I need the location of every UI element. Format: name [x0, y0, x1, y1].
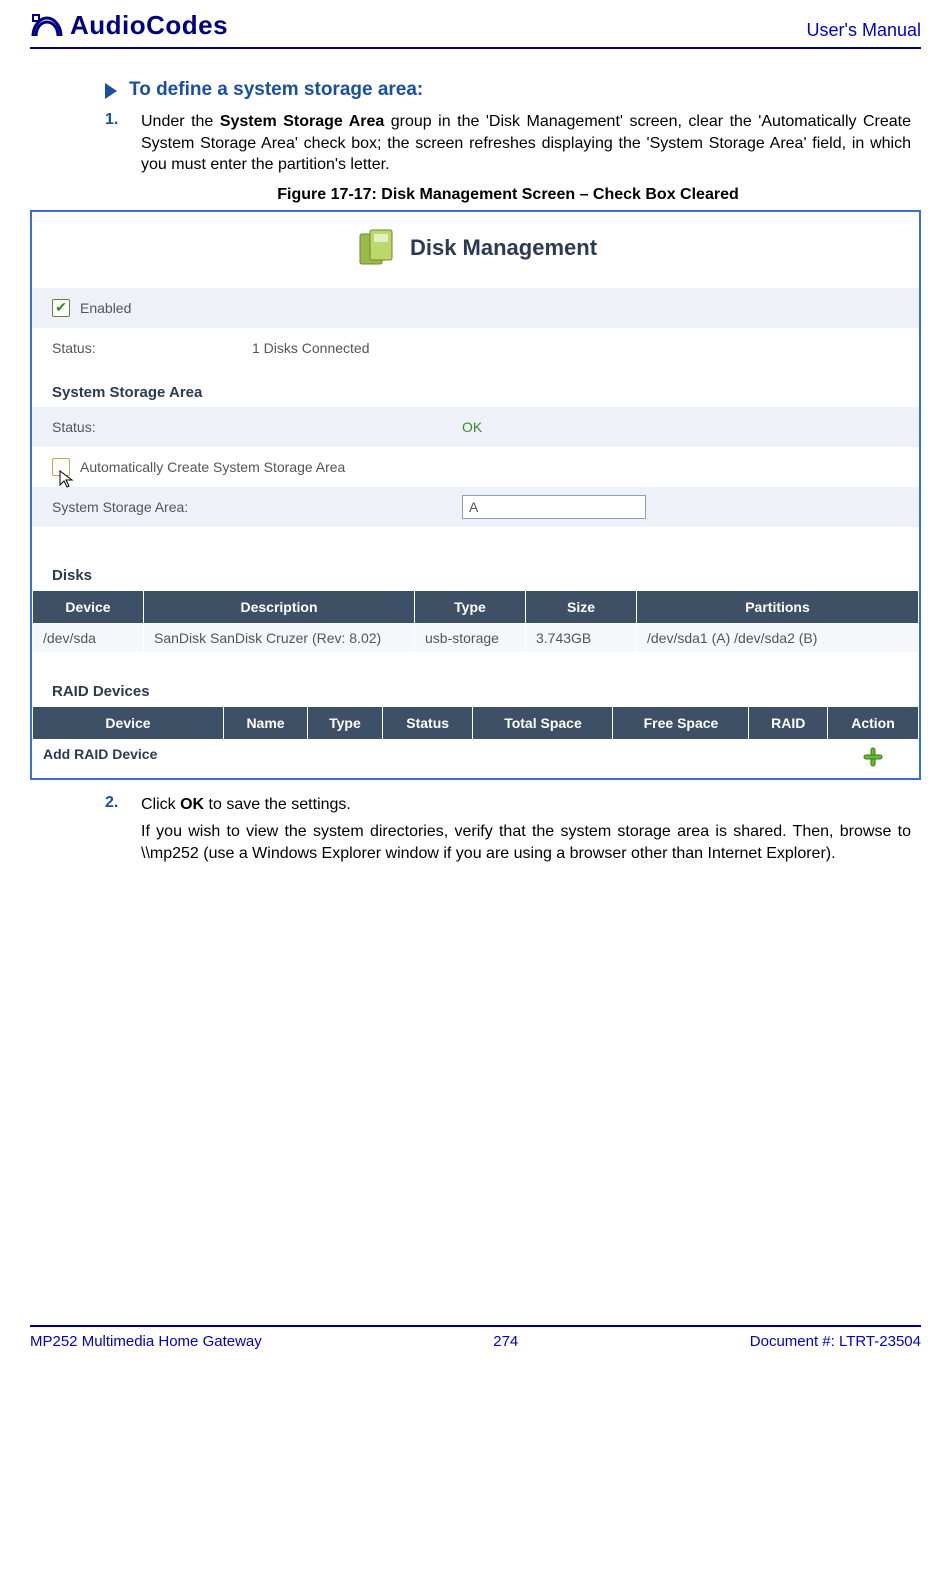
step-2-body: Click OK to save the settings. — [141, 794, 351, 816]
add-raid-button[interactable] — [828, 739, 919, 777]
figure-caption: Figure 17-17: Disk Management Screen – C… — [105, 186, 911, 204]
ssa-status-row: Status: OK — [32, 407, 919, 447]
td-type: usb-storage — [415, 623, 526, 652]
page-header: AudioCodes User's Manual — [30, 10, 921, 49]
note-text: If you wish to view the system directori… — [141, 821, 911, 864]
td-description: SanDisk SanDisk Cruzer (Rev: 8.02) — [144, 623, 415, 652]
step-2: 2. Click OK to save the settings. — [105, 794, 911, 816]
th-raid-name: Name — [224, 706, 308, 739]
ssa-status-label: Status: — [52, 419, 252, 435]
status-label: Status: — [52, 340, 252, 356]
heading-text: To define a system storage area: — [129, 79, 423, 101]
dm-header: Disk Management — [32, 212, 919, 288]
enabled-label: Enabled — [80, 300, 131, 316]
auto-create-row: ✔ Automatically Create System Storage Ar… — [32, 447, 919, 487]
enabled-checkbox[interactable]: ✔ — [52, 299, 70, 317]
procedure-heading: To define a system storage area: — [105, 79, 911, 101]
th-description: Description — [144, 590, 415, 623]
step2-post: to save the settings. — [204, 796, 351, 813]
logo-icon — [30, 12, 64, 40]
check-icon: ✔ — [55, 299, 67, 316]
th-partitions: Partitions — [637, 590, 919, 623]
status-row: Status: 1 Disks Connected — [32, 328, 919, 368]
td-device: /dev/sda — [33, 623, 144, 652]
step-1-body: Under the System Storage Area group in t… — [141, 111, 911, 176]
step1-bold: System Storage Area — [220, 113, 384, 130]
th-type: Type — [415, 590, 526, 623]
footer-left: MP252 Multimedia Home Gateway — [30, 1333, 262, 1350]
th-raid-device: Device — [33, 706, 224, 739]
disks-heading: Disks — [32, 527, 919, 590]
cursor-icon — [58, 469, 76, 489]
footer-right: Document #: LTRT-23504 — [750, 1333, 921, 1350]
users-manual-label: User's Manual — [807, 20, 921, 41]
th-raid-type: Type — [308, 706, 383, 739]
dm-title: Disk Management — [410, 235, 597, 261]
raid-heading: RAID Devices — [32, 653, 919, 706]
footer-center: 274 — [493, 1333, 518, 1350]
disk-management-icon — [354, 226, 400, 270]
auto-create-label: Automatically Create System Storage Area — [80, 459, 345, 475]
ssa-status-value: OK — [462, 419, 482, 435]
disks-header-row: Device Description Type Size Partitions — [33, 590, 919, 623]
table-row: /dev/sda SanDisk SanDisk Cruzer (Rev: 8.… — [33, 623, 919, 652]
td-partitions: /dev/sda1 (A) /dev/sda2 (B) — [637, 623, 919, 652]
status-value: 1 Disks Connected — [252, 340, 370, 356]
ssa-input[interactable]: A — [462, 495, 646, 519]
raid-add-row: Add RAID Device — [33, 739, 919, 777]
th-raid-status: Status — [382, 706, 473, 739]
th-raid-free: Free Space — [613, 706, 749, 739]
ssa-field-row: System Storage Area: A — [32, 487, 919, 527]
raid-table: Device Name Type Status Total Space Free… — [32, 706, 919, 778]
step-number: 2. — [105, 794, 123, 816]
th-raid-action: Action — [828, 706, 919, 739]
td-size: 3.743GB — [526, 623, 637, 652]
th-raid-total: Total Space — [473, 706, 613, 739]
step2-pre: Click — [141, 796, 180, 813]
step2-bold: OK — [180, 796, 204, 813]
step-1: 1. Under the System Storage Area group i… — [105, 111, 911, 176]
th-device: Device — [33, 590, 144, 623]
disk-management-screenshot: Disk Management ✔ Enabled Status: 1 Disk… — [30, 210, 921, 780]
enabled-row: ✔ Enabled — [32, 288, 919, 328]
page-footer: MP252 Multimedia Home Gateway 274 Docume… — [30, 1325, 921, 1350]
th-size: Size — [526, 590, 637, 623]
triangle-right-icon — [105, 83, 117, 99]
plus-icon — [862, 746, 884, 768]
disks-table: Device Description Type Size Partitions … — [32, 590, 919, 653]
ssa-heading: System Storage Area — [32, 368, 919, 407]
step1-pre: Under the — [141, 113, 220, 130]
raid-header-row: Device Name Type Status Total Space Free… — [33, 706, 919, 739]
step-number: 1. — [105, 111, 123, 176]
ssa-field-label: System Storage Area: — [52, 499, 452, 515]
add-raid-label: Add RAID Device — [33, 739, 224, 777]
logo-text: AudioCodes — [70, 10, 228, 41]
logo: AudioCodes — [30, 10, 228, 41]
th-raid-raid: RAID — [749, 706, 828, 739]
